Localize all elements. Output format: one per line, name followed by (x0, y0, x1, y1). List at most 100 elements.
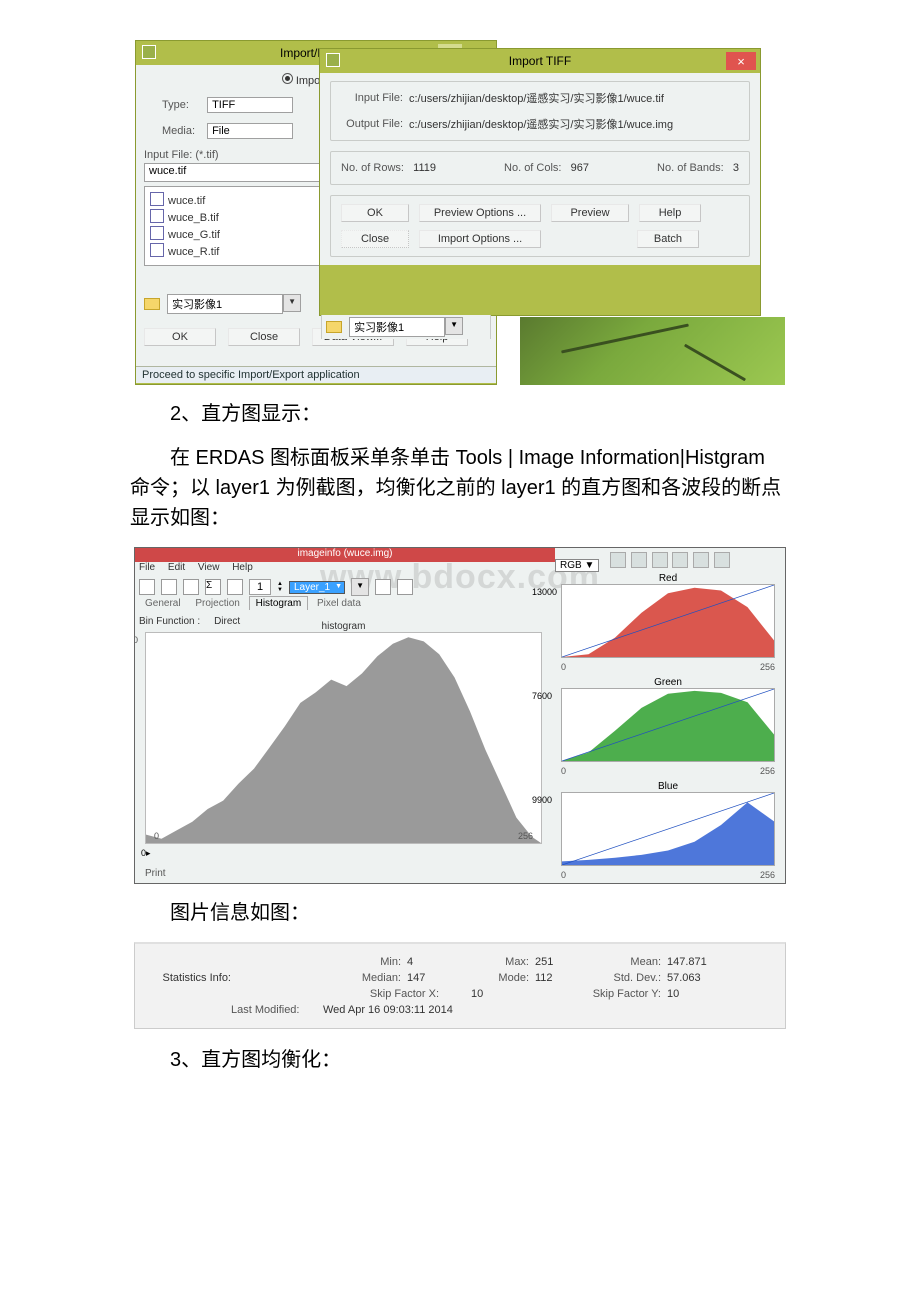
new-icon[interactable] (161, 579, 177, 595)
median-value: 147 (407, 970, 445, 986)
status-bar: Proceed to specific Import/Export applic… (136, 366, 496, 383)
chevron-down-icon[interactable]: ▼ (351, 578, 369, 596)
doc-paragraph-3: 图片信息如图： (130, 898, 790, 928)
close-button[interactable]: Close (228, 328, 300, 346)
ok-button[interactable]: OK (144, 328, 216, 346)
menu-edit[interactable]: Edit (168, 562, 185, 573)
tabs: General Projection Histogram Pixel data (139, 598, 367, 609)
green-histogram-chart: Green 7600 (561, 688, 775, 762)
folder-combo-2[interactable]: 实习影像1 (349, 317, 445, 337)
main-histogram-title: histogram (146, 621, 541, 632)
tool-icon[interactable] (375, 579, 391, 595)
type-field[interactable]: TIFF (207, 97, 293, 113)
folder-combo[interactable]: 实习影像1 (167, 294, 283, 314)
axis-256: 256 (760, 870, 775, 880)
green-max: 7600 (532, 691, 552, 701)
file-item-label: wuce_G.tif (168, 229, 220, 241)
skipy-label: Skip Factor Y: (567, 986, 667, 1002)
main-hist-x0: 0 (154, 831, 159, 841)
skipx-value: 10 (445, 986, 535, 1002)
skipy-value: 10 (667, 986, 715, 1002)
chevron-down-icon[interactable]: ▼ (283, 294, 301, 312)
open-icon[interactable] (139, 579, 155, 595)
close-icon[interactable]: × (726, 52, 756, 70)
statistics-info-label: Statistics Info: (145, 954, 235, 1002)
import-options-button[interactable]: Import Options ... (419, 230, 541, 248)
import-radio[interactable] (282, 73, 293, 84)
skipx-label: Skip Factor X: (315, 986, 445, 1002)
std-value: 57.063 (667, 970, 715, 986)
print-button[interactable]: Print (145, 868, 166, 879)
doc-paragraph-4: 3、直方图均衡化： (130, 1045, 790, 1075)
blue-title: Blue (562, 781, 774, 792)
tab-general[interactable]: General (139, 597, 187, 610)
red-max: 13000 (532, 587, 557, 597)
tool-icon[interactable] (397, 579, 413, 595)
rgb-toolbar (608, 552, 730, 571)
doc-paragraph-2: 在 ERDAS 图标面板采单条单击 Tools | Image Informat… (130, 443, 790, 533)
layer-down-icon[interactable]: ▼ (277, 587, 283, 593)
rows-value: 1119 (413, 162, 436, 174)
max-label: Max: (445, 954, 535, 970)
rgb-combo[interactable]: RGB ▼ (555, 559, 599, 572)
ok-button[interactable]: OK (341, 204, 409, 222)
media-label: Media: (162, 125, 204, 137)
blue-histogram-chart: Blue 9900 (561, 792, 775, 866)
axis-0: 0 (561, 870, 566, 880)
layer-number[interactable]: 1 (249, 579, 271, 595)
lastmod-label: Last Modified: (231, 1004, 323, 1016)
tab-projection[interactable]: Projection (189, 597, 245, 610)
main-hist-x1: 256 (518, 831, 533, 841)
input-file-label: Input File: (341, 92, 403, 104)
help-button[interactable]: Help (639, 204, 701, 222)
layer-combo[interactable]: Layer_1 (289, 581, 345, 594)
folder-icon (326, 321, 342, 333)
output-file-value: c:/users/zhijian/desktop/遥感实习/实习影像1/wuce… (409, 116, 673, 132)
menu-file[interactable]: File (139, 562, 155, 573)
close-button[interactable]: Close (341, 230, 409, 248)
tab-histogram[interactable]: Histogram (249, 596, 309, 610)
statistics-info-screenshot: Statistics Info: Min:4 Max:251 Mean:147.… (134, 942, 786, 1029)
media-field[interactable]: File (207, 123, 293, 139)
bands-value: 3 (733, 162, 739, 174)
print-icon[interactable] (183, 579, 199, 595)
axis-0: 0 (561, 662, 566, 672)
blue-max: 9900 (532, 795, 552, 805)
reset-icon[interactable] (693, 552, 709, 568)
hist-title-bar: imageinfo (wuce.img) (135, 548, 555, 562)
apply-icon[interactable] (714, 552, 730, 568)
histo-icon[interactable] (227, 579, 243, 595)
main-hist-ymax: 9900 (134, 635, 138, 645)
green-bars-icon (562, 689, 774, 761)
blue-bars-icon (562, 793, 774, 865)
preview-options-button[interactable]: Preview Options ... (419, 204, 541, 222)
red-histogram-chart: Red 13000 (561, 584, 775, 658)
import-tiff-window: Import TIFF × Input File: c:/users/zhiji… (319, 48, 761, 316)
rows-label: No. of Rows: (341, 162, 404, 174)
axis-256: 256 (760, 662, 775, 672)
cols-value: 967 (571, 162, 589, 174)
preview-button[interactable]: Preview (551, 204, 629, 222)
sigma-icon[interactable]: Σ (205, 579, 221, 595)
folder-combo-2-wrap: 实习影像1▼ (321, 315, 491, 339)
pointer-icon[interactable] (610, 552, 626, 568)
file-item-label: wuce_B.tif (168, 212, 219, 224)
reset-icon[interactable] (672, 552, 688, 568)
tab-pixeldata[interactable]: Pixel data (311, 597, 367, 610)
file-icon (150, 192, 164, 206)
chevron-down-icon[interactable]: ▼ (445, 317, 463, 335)
lut-icon[interactable] (652, 552, 668, 568)
import-tiff-title: Import TIFF (509, 54, 571, 68)
min-label: Min: (315, 954, 407, 970)
zoom-icon[interactable] (631, 552, 647, 568)
menu-bar[interactable]: File Edit View Help (139, 562, 263, 573)
menu-view[interactable]: View (198, 562, 220, 573)
folder-icon (144, 298, 160, 310)
axis-0: 0 (561, 766, 566, 776)
menu-help[interactable]: Help (232, 562, 253, 573)
max-value: 251 (535, 954, 567, 970)
batch-button[interactable]: Batch (637, 230, 699, 248)
toolbar: Σ 1 ▲ ▼ Layer_1 ▼ (139, 578, 413, 596)
file-item-label: wuce.tif (168, 195, 205, 207)
import-tiff-titlebar[interactable]: Import TIFF × (320, 49, 760, 73)
